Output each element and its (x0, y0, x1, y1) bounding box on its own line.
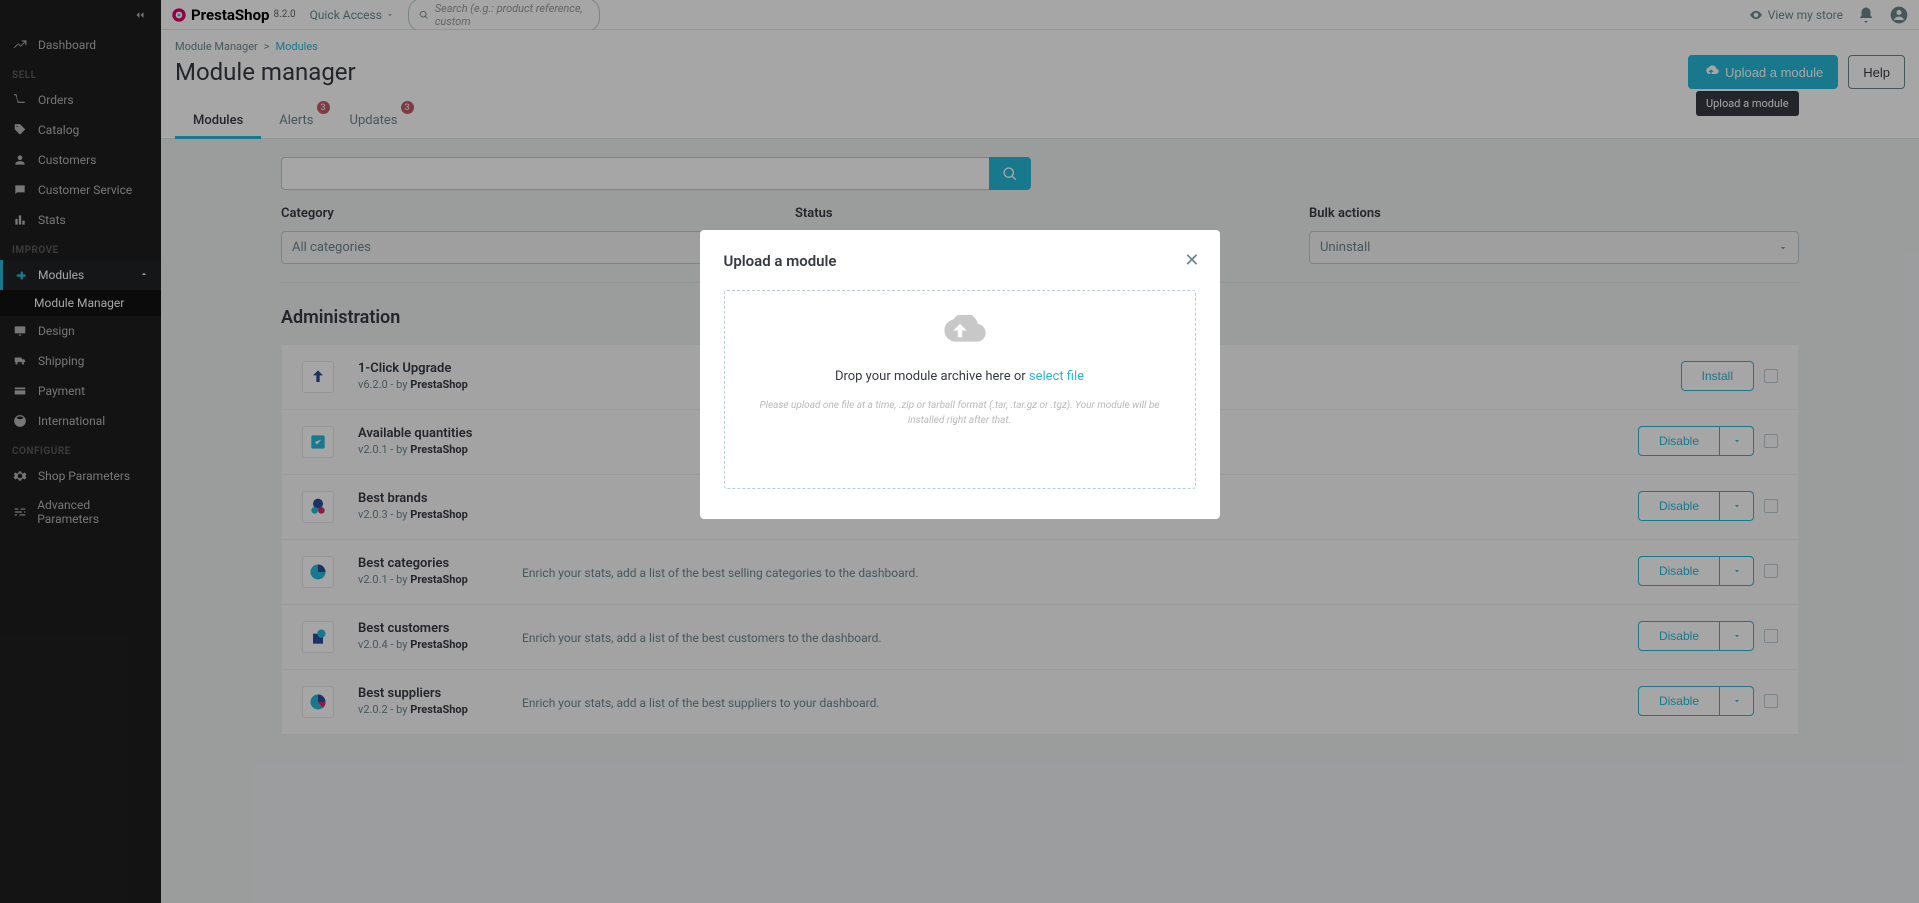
drop-hint: Please upload one file at a time, .zip o… (741, 398, 1179, 428)
modal-title: Upload a module (724, 252, 1196, 270)
drop-text: Drop your module archive here or select … (741, 369, 1179, 384)
dropzone[interactable]: Drop your module archive here or select … (724, 290, 1196, 489)
cloud-upload-icon (741, 315, 1179, 359)
upload-modal: Upload a module ✕ Drop your module archi… (700, 230, 1220, 519)
modal-overlay[interactable]: Upload a module ✕ Drop your module archi… (0, 0, 1919, 903)
modal-close-button[interactable]: ✕ (1184, 250, 1199, 271)
select-file-link[interactable]: select file (1029, 369, 1084, 384)
